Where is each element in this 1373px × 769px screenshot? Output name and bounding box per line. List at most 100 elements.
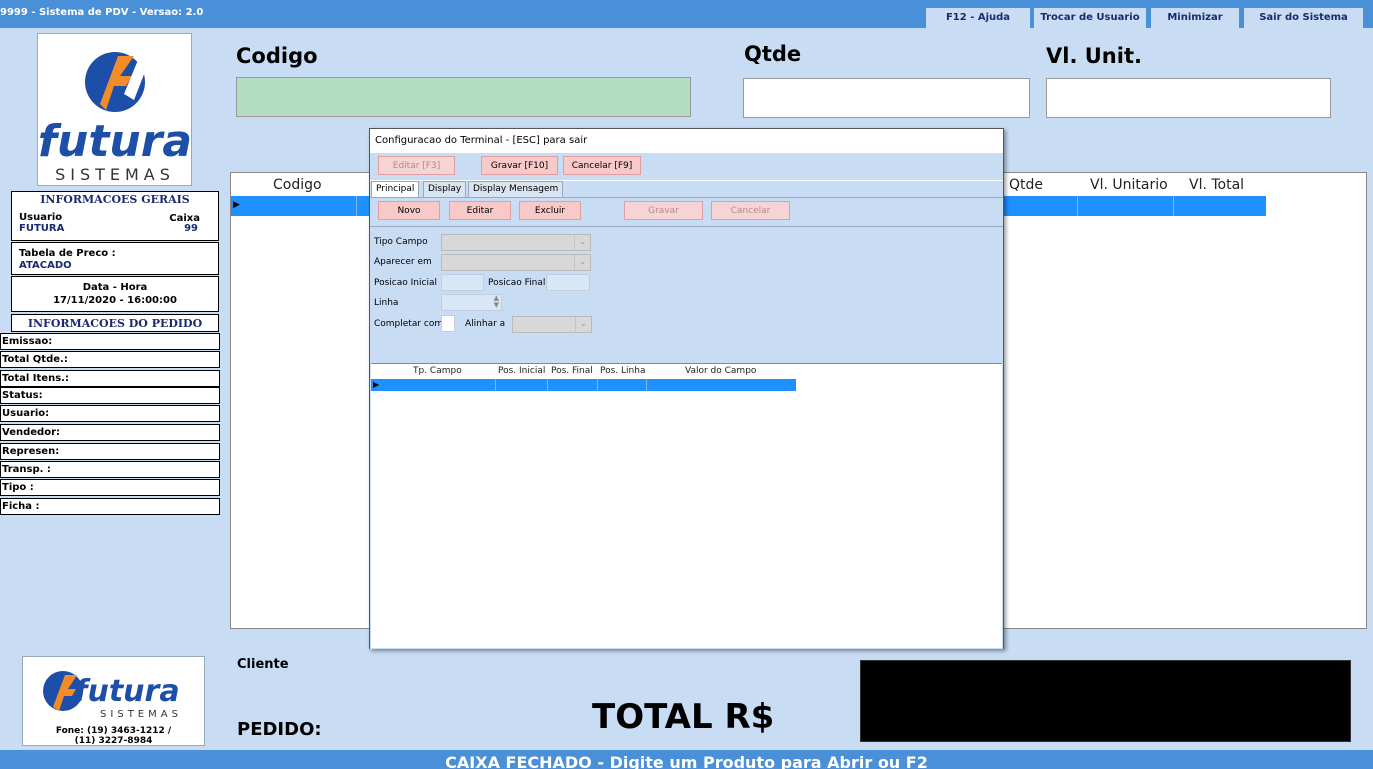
align-to-select[interactable]: ⌄ (512, 316, 592, 333)
switch-user-button[interactable]: Trocar de Usuario (1034, 8, 1146, 28)
col-separator (356, 196, 357, 216)
cancel-f9-button[interactable]: Cancelar [F9] (563, 156, 641, 175)
stepper-arrows-icon[interactable]: ▲ ▼ (494, 295, 499, 309)
grid-header-total[interactable]: Vl. Total (1189, 177, 1244, 193)
fields-grid[interactable]: Tp. Campo Pos. Inicial Pos. Final Pos. L… (371, 363, 1002, 648)
col-separator (495, 379, 496, 391)
order-field-label: Vendedor: (2, 427, 60, 438)
chevron-down-icon: ⌄ (575, 317, 591, 332)
row-pointer-icon: ▶ (373, 380, 380, 389)
total-label: TOTAL R$ (592, 697, 775, 737)
qty-input[interactable] (743, 78, 1030, 118)
divider (370, 226, 1003, 227)
order-field-label: Emissao: (2, 336, 53, 347)
client-label: Cliente (237, 657, 289, 672)
tab-display[interactable]: Display (423, 181, 467, 197)
order-field-label: Represen: (2, 446, 60, 457)
save-button[interactable]: Gravar (624, 201, 703, 220)
grid-header-line-pos[interactable]: Pos. Linha (600, 366, 645, 376)
datetime-value: 17/11/2020 - 16:00:00 (53, 295, 177, 306)
grid-header-qty[interactable]: Qtde (1009, 177, 1043, 193)
cancel-button[interactable]: Cancelar (711, 201, 790, 220)
footer-logo-tagline: SISTEMAS (100, 709, 182, 720)
user-value: FUTURA (19, 223, 65, 234)
appear-in-select[interactable]: ⌄ (441, 254, 591, 271)
grid-header-unit-price[interactable]: Vl. Unitario (1090, 177, 1168, 193)
phone-line-2: (11) 3227-8984 (74, 736, 153, 746)
order-field-row: Tipo : (0, 479, 220, 496)
grid-header-field-type[interactable]: Tp. Campo (413, 366, 462, 376)
phone-line-1: Fone: (19) 3463-1212 / (55, 726, 172, 736)
order-field-label: Total Qtde.: (2, 354, 68, 365)
tab-display-message[interactable]: Display Mensagem (468, 181, 564, 197)
datetime-box: Data - Hora 17/11/2020 - 16:00:00 (11, 276, 219, 312)
chevron-down-icon: ⌄ (574, 235, 590, 250)
line-stepper[interactable]: ▲ ▼ (441, 294, 502, 311)
order-field-label: Tipo : (2, 482, 34, 493)
order-field-row: Status: (0, 387, 220, 404)
grid-header-end-pos[interactable]: Pos. Final (551, 366, 593, 376)
order-field-label: Status: (2, 390, 43, 401)
unit-price-input[interactable] (1046, 78, 1331, 118)
start-pos-label: Posicao Inicial (374, 278, 437, 288)
row-pointer-icon: ▶ (233, 200, 240, 210)
grid-header-start-pos[interactable]: Pos. Inicial (498, 366, 545, 376)
futura-small-logo-icon: futura SISTEMAS (43, 671, 182, 720)
delete-button[interactable]: Excluir (519, 201, 581, 220)
field-type-select[interactable]: ⌄ (441, 234, 591, 251)
exit-button[interactable]: Sair do Sistema (1244, 8, 1363, 28)
price-table-value: ATACADO (19, 260, 72, 271)
order-label: PEDIDO: (237, 719, 322, 740)
order-info-header: INFORMACOES DO PEDIDO (27, 317, 203, 330)
save-f10-button[interactable]: Gravar [F10] (481, 156, 558, 175)
order-field-label: Transp. : (2, 464, 51, 475)
new-button[interactable]: Novo (378, 201, 440, 220)
order-field-label: Total Itens.: (2, 373, 69, 384)
dialog-body: Editar [F3] Gravar [F10] Cancelar [F9] P… (370, 153, 1003, 649)
col-separator (646, 379, 647, 391)
price-table-box: Tabela de Preco : ATACADO (11, 242, 219, 275)
order-field-row: Represen: (0, 443, 220, 460)
datetime-label: Data - Hora (82, 282, 148, 293)
order-field-label: Ficha : (2, 501, 40, 512)
unit-price-label: Vl. Unit. (1046, 44, 1142, 68)
start-pos-input[interactable] (441, 274, 484, 291)
grid-header-code[interactable]: Codigo (273, 177, 322, 193)
price-table-label: Tabela de Preco : (19, 248, 116, 259)
line-label: Linha (374, 298, 399, 308)
minimize-button[interactable]: Minimizar (1151, 8, 1239, 28)
sidebar: futura SISTEMAS INFORMACOES GERAIS Usuar… (0, 28, 230, 750)
end-pos-input[interactable] (546, 274, 590, 291)
col-separator (547, 379, 548, 391)
terminal-config-dialog: Configuracao do Terminal - [ESC] para sa… (369, 128, 1004, 649)
help-button[interactable]: F12 - Ajuda (926, 8, 1030, 28)
dialog-title: Configuracao do Terminal - [ESC] para sa… (370, 129, 1003, 153)
order-field-row: Total Itens.: (0, 370, 220, 387)
futura-logo-icon: futura SISTEMAS (38, 52, 192, 184)
logo-name: futura (38, 116, 192, 167)
app-title: 9999 - Sistema de PDV - Versao: 2.0 (0, 7, 204, 18)
divider (370, 197, 1003, 198)
code-input[interactable] (236, 77, 691, 117)
complete-with-label: Completar com (374, 319, 444, 329)
end-pos-label: Posicao Final (488, 278, 546, 288)
user-label: Usuario (19, 212, 63, 223)
order-field-row: Usuario: (0, 405, 220, 422)
edit-button[interactable]: Editar (449, 201, 511, 220)
order-field-row: Emissao: (0, 333, 220, 350)
complete-with-input[interactable] (441, 315, 455, 332)
table-row[interactable]: ▶ (371, 379, 796, 391)
grid-header-field-value[interactable]: Valor do Campo (685, 366, 756, 376)
general-info: INFORMACOES GERAIS Usuario FUTURA Caixa … (11, 191, 219, 241)
order-field-row: Total Qtde.: (0, 351, 220, 368)
tab-principal[interactable]: Principal (371, 181, 420, 197)
order-field-row: Transp. : (0, 461, 220, 478)
footer-logo: futura SISTEMAS Fone: (19) 3463-1212 / (… (22, 656, 205, 746)
edit-f3-button[interactable]: Editar [F3] (378, 156, 455, 175)
status-bar: CAIXA FECHADO - Digite um Produto para A… (0, 750, 1373, 769)
code-label: Codigo (236, 44, 318, 68)
order-info-header-box: INFORMACOES DO PEDIDO (11, 314, 219, 332)
col-separator (1077, 196, 1078, 216)
footer-logo-name: futura (74, 674, 179, 709)
total-display (860, 660, 1351, 742)
